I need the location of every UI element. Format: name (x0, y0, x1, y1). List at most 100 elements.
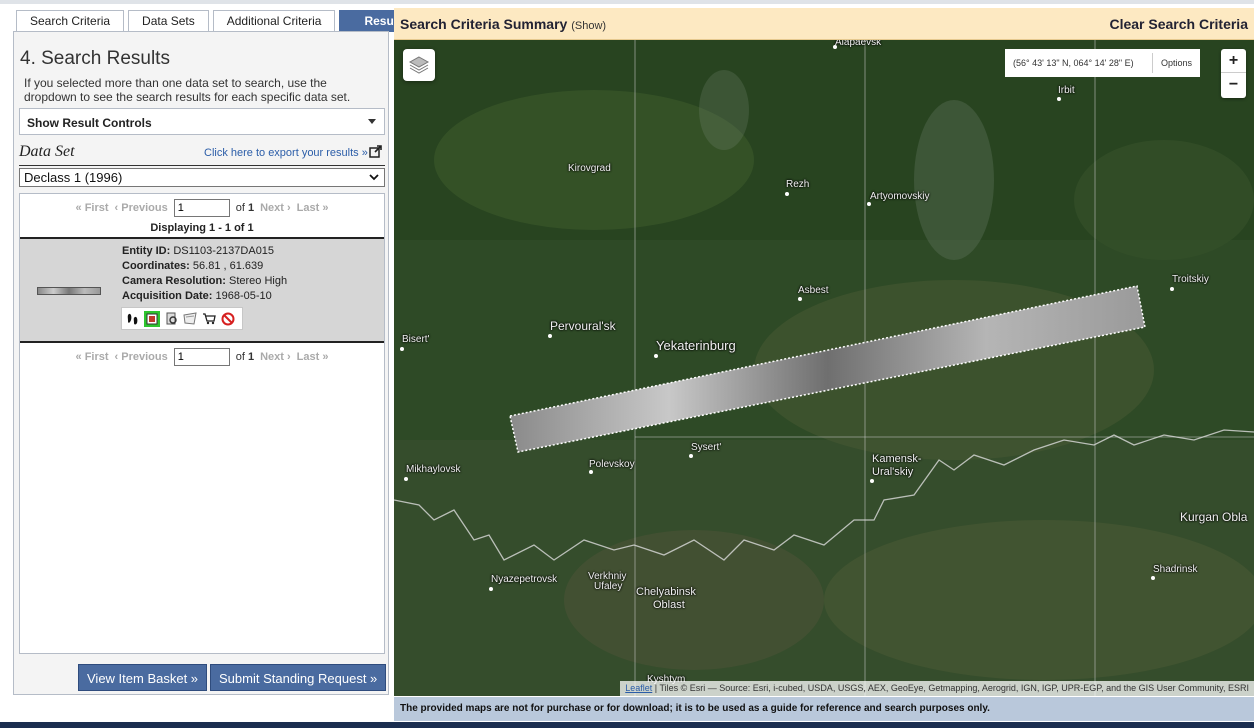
pager-next-link[interactable]: Next › (260, 351, 291, 363)
city-marker (1170, 287, 1174, 291)
attribution-text: | Tiles © Esri — Source: Esri, i-cubed, … (654, 683, 1249, 693)
city-marker (833, 45, 837, 49)
map-options-button[interactable]: Options (1151, 53, 1200, 73)
caret-down-icon (368, 119, 376, 124)
city-marker (404, 477, 408, 481)
map-label-bisert: Bisert' (402, 334, 430, 345)
city-marker (400, 347, 404, 351)
result-thumbnail[interactable] (37, 287, 101, 295)
map-label-kurgan: Kurgan Obla (1180, 510, 1248, 524)
search-criteria-summary-bar: Search Criteria Summary (Show) Clear Sea… (394, 8, 1254, 40)
pager-last-link[interactable]: Last » (297, 202, 329, 214)
coordinate-value: (56° 43' 13" N, 064° 14' 28" E) (1013, 58, 1134, 68)
city-marker (785, 192, 789, 196)
city-marker (654, 354, 658, 358)
external-link-icon[interactable] (369, 145, 382, 158)
map-label-sysert: Sysert' (691, 442, 722, 453)
map-disclaimer: The provided maps are not for purchase o… (394, 697, 1254, 721)
entity-id-line: Entity ID: DS1103-2137DA015 (122, 245, 275, 257)
clear-search-criteria-link[interactable]: Clear Search Criteria (1109, 16, 1248, 32)
divider (19, 165, 385, 166)
overlay-icon[interactable] (144, 310, 160, 327)
map-label-rezh: Rezh (786, 179, 810, 190)
coordinate-readout: (56° 43' 13" N, 064° 14' 28" E) Options (1005, 49, 1200, 77)
data-set-selected-value: Declass 1 (1996) (24, 170, 123, 185)
pager-of-text: of 1 (235, 202, 255, 214)
page-number-input[interactable] (173, 199, 230, 217)
pager-top: « First ‹ Previous of 1 Next › Last » (20, 199, 384, 217)
city-marker (489, 587, 493, 591)
map-label-kamensk-1: Kamensk- (872, 453, 922, 465)
displaying-count: Displaying 1 - 1 of 1 (150, 222, 254, 234)
map-view[interactable]: Alapaevsk Irbit Kirovgrad Rezh Artyomovs… (394, 40, 1254, 696)
pager-previous-link[interactable]: ‹ Previous (115, 202, 168, 214)
map-label-nyazepetrovsk: Nyazepetrovsk (491, 574, 558, 585)
map-label-irbit: Irbit (1058, 85, 1075, 96)
pager-bottom: « First ‹ Previous of 1 Next › Last » (20, 348, 384, 366)
map-label-verkhniy-2: Ufaley (594, 581, 623, 592)
intro-text: If you selected more than one data set t… (24, 76, 351, 104)
tab-bar: Search Criteria Data Sets Additional Cri… (16, 10, 433, 32)
city-marker (548, 334, 552, 338)
exclude-icon[interactable] (220, 311, 236, 327)
map-label-chelyabinsk-2: Oblast (653, 599, 685, 611)
map-label-troitskiy: Troitskiy (1172, 274, 1209, 285)
pager-first-link[interactable]: « First (76, 351, 109, 363)
coordinates-line: Coordinates: 56.81 , 61.639 (122, 260, 264, 272)
zoom-in-button[interactable]: + (1221, 49, 1246, 73)
show-link[interactable]: (Show) (571, 20, 606, 32)
layers-button[interactable] (403, 49, 435, 81)
city-marker (867, 202, 871, 206)
compare-icon[interactable] (182, 311, 198, 327)
result-metadata: Entity ID: DS1103-2137DA015 Coordinates:… (122, 244, 287, 304)
pager-first-link[interactable]: « First (76, 202, 109, 214)
result-actions (121, 307, 243, 330)
tab-additional-criteria[interactable]: Additional Criteria (212, 10, 336, 32)
map-label-alapaevsk: Alapaevsk (835, 40, 882, 48)
page-number-input[interactable] (173, 348, 230, 366)
city-marker (689, 454, 693, 458)
map-label-shadrinsk: Shadrinsk (1153, 564, 1198, 575)
map-label-kamensk-2: Ural'skiy (872, 466, 914, 478)
map-label-kirovgrad: Kirovgrad (568, 163, 611, 174)
pager-of-text: of 1 (235, 351, 255, 363)
results-list: « First ‹ Previous of 1 Next › Last » Di… (19, 193, 385, 654)
results-panel: 4. Search Results If you selected more t… (13, 31, 389, 695)
leaflet-link[interactable]: Leaflet (625, 683, 652, 693)
layers-icon (408, 56, 430, 74)
map-attribution: Leaflet | Tiles © Esri — Source: Esri, i… (620, 681, 1254, 696)
city-marker (1057, 97, 1061, 101)
chevron-down-icon (369, 174, 379, 181)
city-marker (1151, 576, 1155, 580)
pager-last-link[interactable]: Last » (297, 351, 329, 363)
acquisition-date-line: Acquisition Date: 1968-05-10 (122, 290, 272, 302)
bottom-border (0, 722, 1254, 728)
footprint-icon[interactable] (125, 311, 141, 327)
zoom-control: + − (1221, 49, 1246, 98)
satellite-basemap (394, 40, 1254, 696)
metadata-icon[interactable] (163, 311, 179, 327)
map-label-pervouralsk: Pervoural'sk (550, 319, 616, 333)
export-results-link[interactable]: Click here to export your results » (204, 147, 368, 159)
map-label-chelyabinsk-1: Chelyabinsk (636, 586, 696, 598)
city-marker (589, 470, 593, 474)
map-label-polevskoy: Polevskoy (589, 459, 635, 470)
city-marker (798, 297, 802, 301)
show-result-controls-toggle[interactable]: Show Result Controls (19, 108, 385, 135)
data-set-label: Data Set (19, 143, 75, 160)
tab-search-criteria[interactable]: Search Criteria (16, 10, 125, 32)
view-item-basket-button[interactable]: View Item Basket » (78, 664, 208, 691)
result-controls-label: Show Result Controls (27, 116, 152, 130)
submit-standing-request-button[interactable]: Submit Standing Request » (210, 664, 387, 691)
zoom-out-button[interactable]: − (1221, 73, 1246, 97)
summary-title: Search Criteria Summary (Show) (400, 16, 607, 32)
camera-resolution-line: Camera Resolution: Stereo High (122, 275, 288, 287)
cart-icon[interactable] (201, 311, 217, 327)
result-row[interactable]: Entity ID: DS1103-2137DA015 Coordinates:… (20, 237, 384, 343)
pager-next-link[interactable]: Next › (260, 202, 291, 214)
tab-data-sets[interactable]: Data Sets (128, 10, 209, 32)
pager-previous-link[interactable]: ‹ Previous (115, 351, 168, 363)
city-marker (870, 479, 874, 483)
map-label-mikhaylovsk: Mikhaylovsk (406, 464, 461, 475)
data-set-select[interactable]: Declass 1 (1996) (19, 168, 385, 187)
